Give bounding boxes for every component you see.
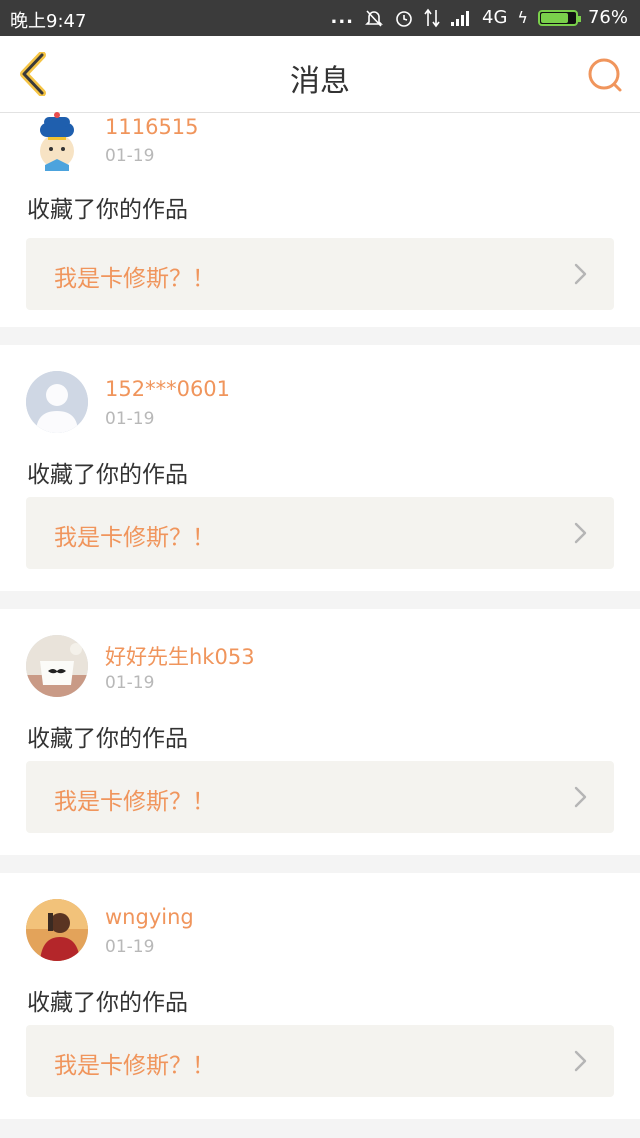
message-date: 01-19 (105, 937, 155, 957)
work-link[interactable]: 我是卡修斯？！ (26, 238, 614, 310)
status-time: 晚上9:47 (10, 11, 87, 32)
message-date: 01-19 (105, 673, 155, 693)
app-header: 消息 (0, 36, 640, 113)
message-card: 152***0601 01-19 收藏了你的作品 我是卡修斯？！ (0, 345, 640, 591)
battery-percent: 76% (587, 7, 628, 28)
username[interactable]: 152***0601 (105, 377, 230, 401)
action-text: 收藏了你的作品 (27, 197, 188, 223)
signal-icon (451, 10, 470, 26)
photo-person-avatar[interactable] (26, 899, 88, 961)
default-user-avatar[interactable] (26, 371, 88, 433)
work-link[interactable]: 我是卡修斯？！ (26, 497, 614, 569)
status-bar: 晚上9:47 ... 4G ϟ 76% (0, 0, 640, 36)
work-link[interactable]: 我是卡修斯？！ (26, 1025, 614, 1097)
message-card: 1116515 01-19 收藏了你的作品 我是卡修斯？！ (0, 112, 640, 327)
action-text: 收藏了你的作品 (27, 462, 188, 488)
status-icons: ... 4G ϟ 76% (331, 7, 629, 28)
message-card: 好好先生hk053 01-19 收藏了你的作品 我是卡修斯？！ (0, 609, 640, 855)
work-title: 我是卡修斯？！ (54, 1053, 215, 1079)
message-card: wngying 01-19 收藏了你的作品 我是卡修斯？！ (0, 873, 640, 1119)
work-title: 我是卡修斯？！ (54, 789, 215, 815)
username[interactable]: 好好先生hk053 (105, 641, 255, 671)
search-icon[interactable] (586, 56, 624, 94)
message-date: 01-19 (105, 409, 155, 429)
chevron-right-icon (574, 263, 587, 285)
username[interactable]: 1116515 (105, 115, 199, 139)
chevron-right-icon (574, 1050, 587, 1072)
charging-icon: ϟ (517, 8, 528, 27)
more-dots-icon: ... (330, 7, 355, 28)
message-date: 01-19 (105, 146, 155, 166)
page-title: 消息 (290, 64, 350, 99)
cartoon-boy-avatar[interactable] (26, 109, 88, 171)
chevron-right-icon (574, 786, 587, 808)
work-title: 我是卡修斯？！ (54, 266, 215, 292)
chevron-right-icon (574, 522, 587, 544)
data-transfer-icon (424, 8, 440, 27)
battery-icon (537, 9, 581, 26)
mustache-cup-avatar[interactable] (26, 635, 88, 697)
message-list: 1116515 01-19 收藏了你的作品 我是卡修斯？！ 152***0601… (0, 112, 640, 1137)
work-link[interactable]: 我是卡修斯？！ (26, 761, 614, 833)
alarm-icon (396, 10, 412, 27)
work-title: 我是卡修斯？！ (54, 525, 215, 551)
action-text: 收藏了你的作品 (27, 990, 188, 1016)
network-type: 4G (482, 7, 508, 28)
username[interactable]: wngying (105, 905, 194, 929)
mute-bell-icon (365, 9, 383, 27)
action-text: 收藏了你的作品 (27, 726, 188, 752)
